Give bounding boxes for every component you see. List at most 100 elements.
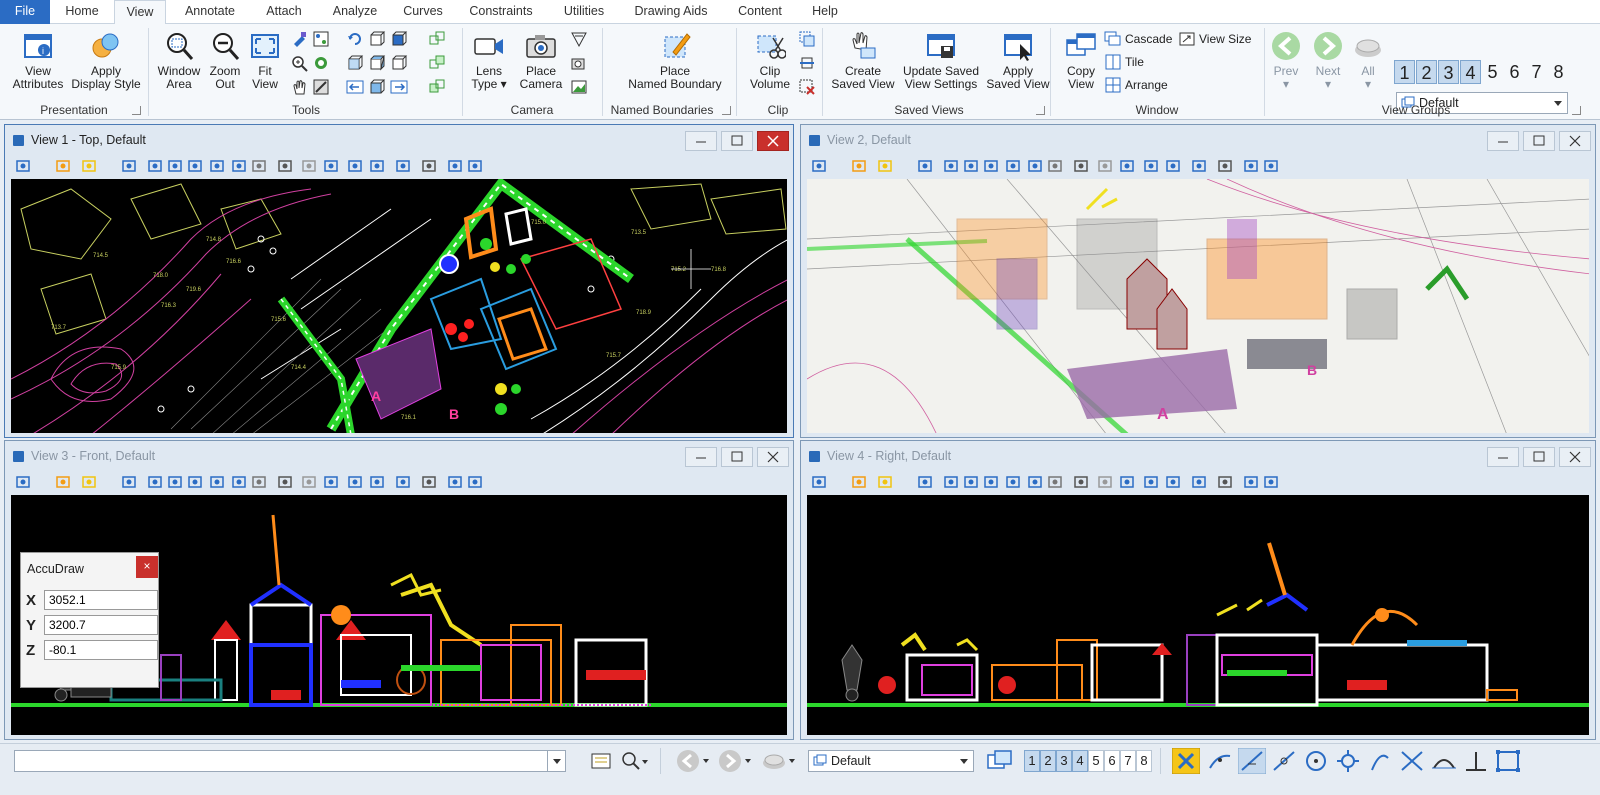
view-attributes-icon[interactable] [811, 474, 827, 490]
view-group-number-5[interactable]: 5 [1482, 60, 1503, 84]
view-attributes-icon[interactable] [811, 158, 827, 174]
close-button[interactable] [1559, 447, 1591, 467]
walk-icon[interactable] [1073, 474, 1089, 490]
next-view-icon[interactable] [1165, 158, 1181, 174]
lens-type-button[interactable]: Lens Type ▾ [466, 30, 512, 91]
clip-mask-icon[interactable] [798, 30, 816, 48]
lighting-icon[interactable] [81, 474, 97, 490]
prev-view-group-button[interactable]: Prev ▾ [1268, 30, 1304, 91]
toggle-3d-icon[interactable] [395, 158, 411, 174]
keypoint-snap-icon[interactable] [1206, 748, 1234, 774]
walk-icon[interactable] [277, 474, 293, 490]
view-previous-icon[interactable] [301, 158, 317, 174]
maximize-button[interactable] [721, 447, 753, 467]
paintbrush-icon[interactable] [290, 30, 308, 48]
tab-help[interactable]: Help [802, 0, 848, 24]
view-previous-icon[interactable] [1097, 474, 1113, 490]
view-target-icon[interactable] [1263, 474, 1279, 490]
view-attributes-icon[interactable] [15, 474, 31, 490]
zoom-in-icon[interactable] [147, 474, 163, 490]
zoom-out-icon[interactable] [167, 474, 183, 490]
zoom-in-icon[interactable] [943, 474, 959, 490]
zoom-in-small-icon[interactable] [290, 54, 308, 72]
cascade-icon[interactable] [1104, 30, 1122, 48]
cube-front-icon[interactable] [346, 54, 364, 72]
fit-view-icon[interactable] [1005, 474, 1021, 490]
brush-icon[interactable] [121, 474, 137, 490]
zoom-out-icon[interactable] [167, 158, 183, 174]
camera-target-icon[interactable] [570, 30, 588, 48]
copy-view-icon[interactable] [323, 158, 339, 174]
view-size-icon[interactable] [1178, 30, 1196, 48]
apply-saved-view-button[interactable]: Apply Saved View [986, 30, 1050, 91]
view-attributes-button[interactable]: i View Attributes [8, 30, 68, 91]
tab-drawing-aids[interactable]: Drawing Aids [624, 0, 718, 24]
tab-content[interactable]: Content [726, 0, 794, 24]
copy-view-icon[interactable] [1119, 158, 1135, 174]
view-groups-all-icon[interactable] [762, 749, 798, 773]
brush-icon[interactable] [917, 158, 933, 174]
view-3-canvas[interactable]: AccuDraw × X Y Z [11, 495, 787, 735]
command-dropdown[interactable] [547, 751, 565, 771]
toggle-3d-icon[interactable] [395, 474, 411, 490]
view-group-number-7[interactable]: 7 [1526, 60, 1547, 84]
next-view-group-button[interactable]: Next ▾ [1310, 30, 1346, 91]
window-area-icon[interactable] [187, 158, 203, 174]
view-group-number-6[interactable]: 6 [1504, 60, 1525, 84]
status-view-number-1[interactable]: 1 [1024, 750, 1040, 772]
walk-icon[interactable] [1073, 158, 1089, 174]
view-group-number-4[interactable]: 4 [1460, 60, 1481, 84]
minimize-button[interactable] [685, 447, 717, 467]
lighting-icon[interactable] [877, 474, 893, 490]
cascade-button[interactable]: Cascade [1125, 32, 1172, 46]
previous-view-icon[interactable] [347, 474, 363, 490]
rotate-view-icon[interactable] [231, 158, 247, 174]
y-coordinate-input[interactable] [44, 615, 158, 635]
cube-right-icon[interactable] [368, 54, 386, 72]
pan-icon[interactable] [290, 78, 308, 96]
tab-annotate[interactable]: Annotate [174, 0, 246, 24]
clip-volume-icon[interactable] [1243, 158, 1259, 174]
intersection-snap-icon[interactable] [1398, 748, 1426, 774]
status-view-number-8[interactable]: 8 [1136, 750, 1152, 772]
arc-snap-icon[interactable] [1430, 748, 1458, 774]
zoom-out-icon[interactable] [963, 474, 979, 490]
rotate-view-icon[interactable] [1027, 474, 1043, 490]
named-boundaries-launcher-icon[interactable] [722, 106, 731, 115]
link-views-icon[interactable] [428, 30, 446, 48]
swap-views-icon[interactable] [428, 78, 446, 96]
update-saved-view-settings-button[interactable]: Update Saved View Settings [898, 30, 984, 91]
tab-analyze[interactable]: Analyze [322, 0, 388, 24]
view-settings-icon[interactable] [312, 30, 330, 48]
pan-icon[interactable] [251, 474, 267, 490]
pan-icon[interactable] [251, 158, 267, 174]
rotate-view-icon[interactable] [346, 30, 364, 48]
tab-utilities[interactable]: Utilities [552, 0, 616, 24]
clip-volume-button[interactable]: Clip Volume [742, 30, 798, 91]
display-style-icon[interactable] [851, 158, 867, 174]
x-coordinate-input[interactable] [44, 590, 158, 610]
key-in-icon[interactable] [590, 750, 612, 772]
cube-top-icon[interactable] [368, 30, 386, 48]
view-1-canvas[interactable]: 714.8 716.6 718.0 719.6 715.6 714.4 716.… [11, 179, 787, 433]
fit-view-icon[interactable] [1005, 158, 1021, 174]
fit-view-icon[interactable] [209, 158, 225, 174]
view-windows-icon[interactable] [986, 749, 1014, 773]
next-view-icon[interactable] [369, 158, 385, 174]
render-icon[interactable] [312, 78, 330, 96]
next-view-icon[interactable] [369, 474, 385, 490]
display-style-icon[interactable] [55, 158, 71, 174]
toggle-3d-icon[interactable] [1191, 474, 1207, 490]
camera-image-icon[interactable] [570, 78, 588, 96]
search-icon[interactable] [620, 750, 648, 772]
view-toggle-icon[interactable] [312, 54, 330, 72]
maximize-button[interactable] [721, 131, 753, 151]
previous-view-icon[interactable] [1143, 158, 1159, 174]
all-view-groups-button[interactable]: All ▾ [1352, 30, 1384, 91]
origin-snap-icon[interactable] [1334, 748, 1362, 774]
perpendicular-snap-icon[interactable] [1462, 748, 1490, 774]
camera-icon[interactable] [421, 158, 437, 174]
zoom-in-icon[interactable] [147, 158, 163, 174]
toggle-3d-icon[interactable] [1191, 158, 1207, 174]
clip-front-icon[interactable] [798, 54, 816, 72]
